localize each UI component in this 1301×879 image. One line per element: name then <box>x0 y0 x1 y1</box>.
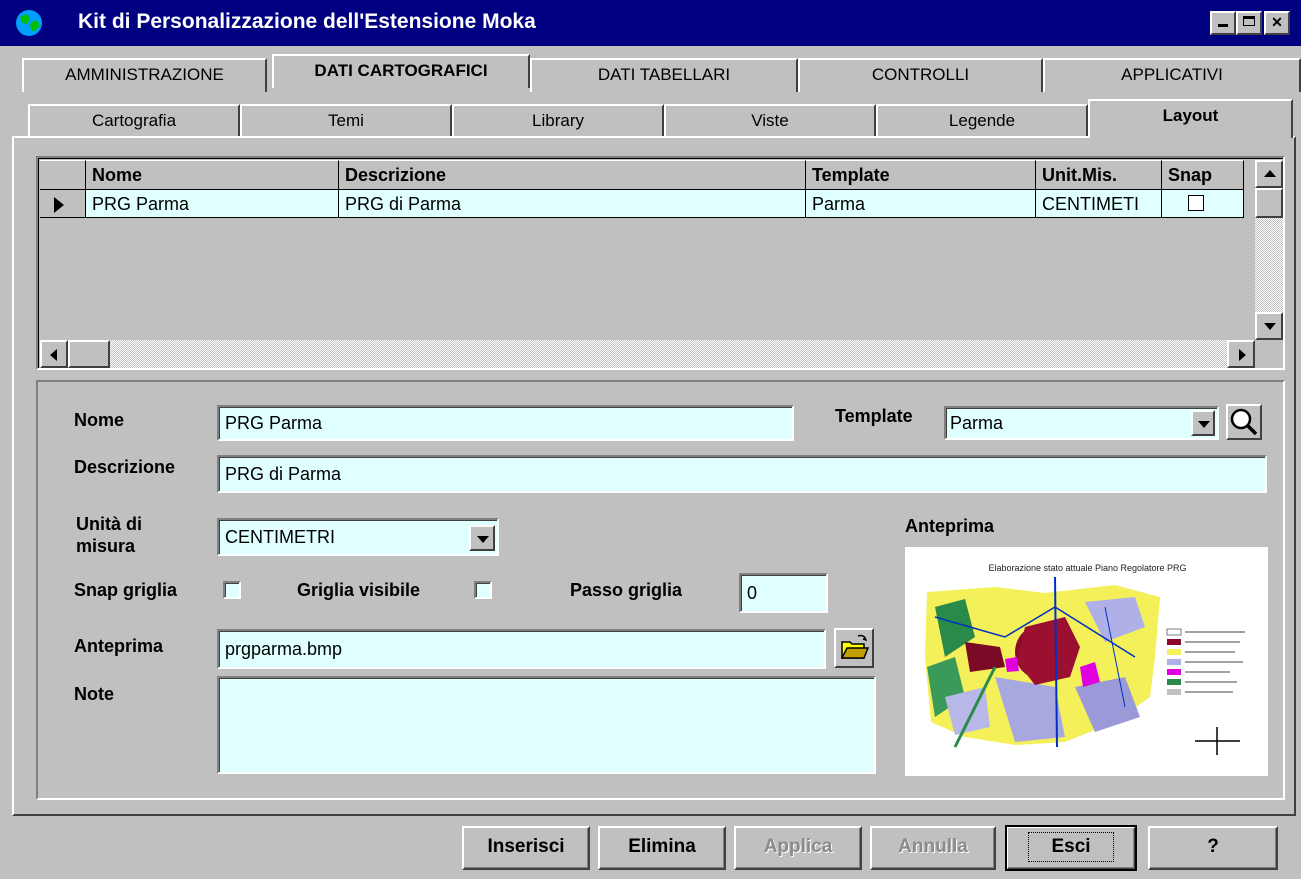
unita-label-line1: Unità di <box>76 514 142 534</box>
subtab-legende[interactable]: Legende <box>876 104 1088 136</box>
column-header-snap[interactable]: Snap <box>1162 160 1244 190</box>
elimina-button[interactable]: Elimina <box>598 826 726 870</box>
scroll-down-button[interactable] <box>1255 312 1283 340</box>
column-header-descrizione[interactable]: Descrizione <box>339 160 806 190</box>
chevron-down-icon <box>477 536 489 543</box>
current-row-arrow-icon <box>54 197 64 213</box>
snap-griglia-checkbox[interactable] <box>223 581 241 599</box>
grid-corner <box>40 160 86 190</box>
subtab-cartografia[interactable]: Cartografia <box>28 104 240 136</box>
minimize-icon <box>1218 24 1228 27</box>
cell-template[interactable]: Parma <box>806 190 1036 218</box>
help-button[interactable]: ? <box>1148 826 1278 870</box>
anteprima-label: Anteprima <box>74 636 164 656</box>
tab-amministrazione[interactable]: AMMINISTRAZIONE <box>22 58 267 92</box>
browse-file-button[interactable] <box>834 628 874 668</box>
unita-select-value: CENTIMETRI <box>225 527 335 547</box>
scroll-right-button[interactable] <box>1227 340 1255 368</box>
snap-griglia-label: Snap griglia <box>74 580 178 600</box>
row-selector[interactable] <box>40 190 86 218</box>
descrizione-input[interactable]: PRG di Parma <box>217 455 1267 493</box>
preview-image: Elaborazione stato attuale Piano Regolat… <box>905 547 1268 776</box>
scrollbar-corner <box>1255 340 1283 368</box>
applica-button[interactable]: Applica <box>734 826 862 870</box>
vertical-scrollbar[interactable] <box>1255 160 1283 340</box>
arrow-down-icon <box>1264 323 1276 330</box>
maximize-icon <box>1243 16 1255 26</box>
cell-unit[interactable]: CENTIMETI <box>1036 190 1162 218</box>
minimize-button[interactable] <box>1210 11 1236 35</box>
globe-icon <box>16 10 42 36</box>
column-header-unit[interactable]: Unit.Mis. <box>1036 160 1162 190</box>
map-thumbnail <box>925 576 1245 755</box>
title-bar: Kit di Personalizzazione dell'Estensione… <box>0 0 1301 46</box>
template-search-button[interactable] <box>1226 404 1262 440</box>
subtab-viste[interactable]: Viste <box>664 104 876 136</box>
tab-controlli[interactable]: CONTROLLI <box>798 58 1043 92</box>
tab-dati-cartografici[interactable]: DATI CARTOGRAFICI <box>272 54 530 88</box>
column-header-template[interactable]: Template <box>806 160 1036 190</box>
anteprima-input[interactable]: prgparma.bmp <box>217 629 826 669</box>
close-button[interactable]: ✕ <box>1264 11 1290 35</box>
griglia-visibile-checkbox[interactable] <box>474 581 492 599</box>
template-select-value: Parma <box>950 413 1004 433</box>
scroll-left-button[interactable] <box>40 340 68 368</box>
arrow-right-icon <box>1239 349 1246 361</box>
passo-griglia-input[interactable]: 0 <box>739 573 828 613</box>
snap-checkbox[interactable] <box>1188 195 1204 211</box>
tab-applicativi[interactable]: APPLICATIVI <box>1043 58 1301 92</box>
column-header-nome[interactable]: Nome <box>86 160 339 190</box>
cell-descrizione[interactable]: PRG di Parma <box>339 190 806 218</box>
unita-select[interactable]: CENTIMETRI <box>217 518 499 556</box>
inserisci-button[interactable]: Inserisci <box>462 826 590 870</box>
esci-button[interactable]: Esci <box>1005 825 1137 871</box>
arrow-left-icon <box>50 349 57 361</box>
horizontal-scrollbar[interactable] <box>40 340 1255 368</box>
maximize-button[interactable] <box>1236 11 1262 35</box>
subtab-library[interactable]: Library <box>452 104 664 136</box>
esci-focus: Esci <box>1028 832 1114 862</box>
griglia-visibile-label: Griglia visibile <box>297 580 421 600</box>
close-icon: ✕ <box>1271 14 1283 30</box>
template-select[interactable]: Parma <box>944 406 1219 440</box>
tab-dati-tabellari[interactable]: DATI TABELLARI <box>530 58 798 92</box>
subtab-layout[interactable]: Layout <box>1088 99 1293 138</box>
nome-input[interactable]: PRG Parma <box>217 405 794 441</box>
cell-nome[interactable]: PRG Parma <box>86 190 339 218</box>
descrizione-label: Descrizione <box>74 457 176 477</box>
unita-label-line2: misura <box>76 536 136 556</box>
subtab-temi[interactable]: Temi <box>240 104 452 136</box>
layout-grid[interactable]: Nome Descrizione Template Unit.Mis. Snap… <box>36 156 1285 370</box>
magnifier-icon <box>1230 408 1258 436</box>
scroll-up-button[interactable] <box>1255 160 1283 188</box>
note-textarea[interactable] <box>217 676 876 774</box>
annulla-button[interactable]: Annulla <box>870 826 996 870</box>
vertical-scroll-thumb[interactable] <box>1255 188 1283 218</box>
horizontal-scroll-thumb[interactable] <box>68 340 110 368</box>
nome-label: Nome <box>74 410 125 430</box>
template-label: Template <box>835 406 913 426</box>
unita-dropdown-button[interactable] <box>469 525 495 551</box>
window-title: Kit di Personalizzazione dell'Estensione… <box>78 10 536 33</box>
note-label: Note <box>74 684 114 704</box>
chevron-down-icon <box>1198 421 1210 428</box>
open-folder-icon <box>840 634 870 659</box>
cell-snap[interactable] <box>1162 190 1244 218</box>
arrow-up-icon <box>1264 170 1276 177</box>
passo-griglia-label: Passo griglia <box>570 580 683 600</box>
preview-label: Anteprima <box>905 516 995 536</box>
template-dropdown-button[interactable] <box>1191 410 1215 436</box>
